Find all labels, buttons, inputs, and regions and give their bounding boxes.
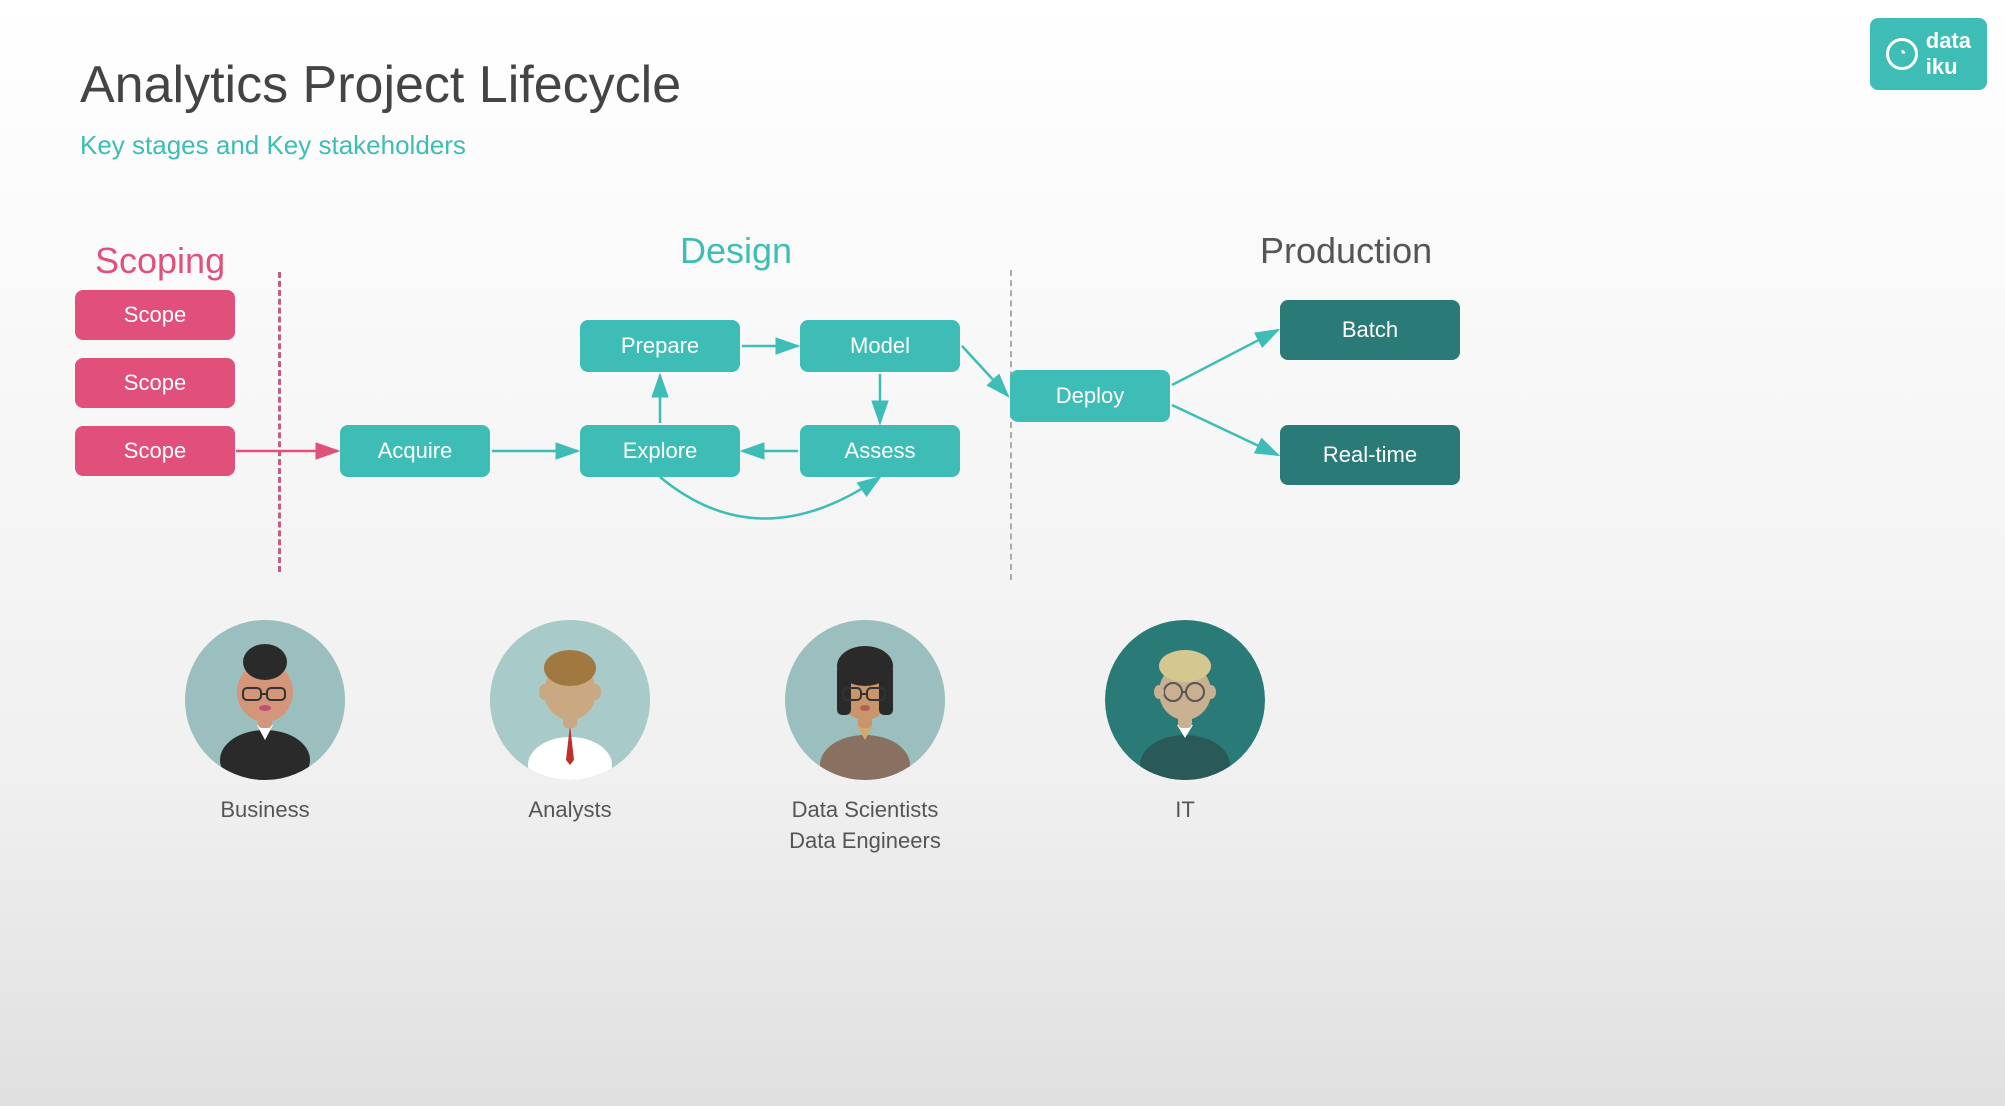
prepare-node: Prepare [580,320,740,372]
dataiku-logo: ◔ dataiku [1870,18,1987,90]
person-analysts-label: Analysts [528,795,611,826]
person-business-label: Business [220,795,309,826]
scope-box-1: Scope [75,290,235,340]
logo-text: dataiku [1926,28,1971,80]
avatar-business [185,620,345,780]
avatar-datascientists-illustration [785,620,945,780]
design-production-separator [1010,270,1012,580]
diagram-area: Scoping Design Production Scope Scope Sc… [0,210,2005,1106]
batch-node: Batch [1280,300,1460,360]
scope-box-2: Scope [75,358,235,408]
avatar-business-illustration [185,620,345,780]
person-it: IT [1105,620,1265,826]
assess-node: Assess [800,425,960,477]
person-datascientists: Data ScientistsData Engineers [785,620,945,857]
model-node: Model [800,320,960,372]
person-it-label: IT [1175,795,1195,826]
avatar-datascientists [785,620,945,780]
avatar-it [1105,620,1265,780]
deploy-node: Deploy [1010,370,1170,422]
scoping-label: Scoping [95,240,225,282]
explore-node: Explore [580,425,740,477]
avatar-analysts-illustration [490,620,650,780]
avatar-it-illustration [1105,620,1265,780]
scoping-boundary-line [278,272,281,572]
realtime-node: Real-time [1280,425,1460,485]
page-subtitle: Key stages and Key stakeholders [80,130,466,161]
person-datascientists-label: Data ScientistsData Engineers [789,795,941,857]
person-analysts: Analysts [490,620,650,826]
design-label: Design [680,230,792,272]
avatar-analysts [490,620,650,780]
page-title: Analytics Project Lifecycle [80,55,681,115]
logo-icon: ◔ [1886,38,1918,70]
scope-box-3: Scope [75,426,235,476]
production-label: Production [1260,230,1432,272]
acquire-node: Acquire [340,425,490,477]
person-business: Business [185,620,345,826]
